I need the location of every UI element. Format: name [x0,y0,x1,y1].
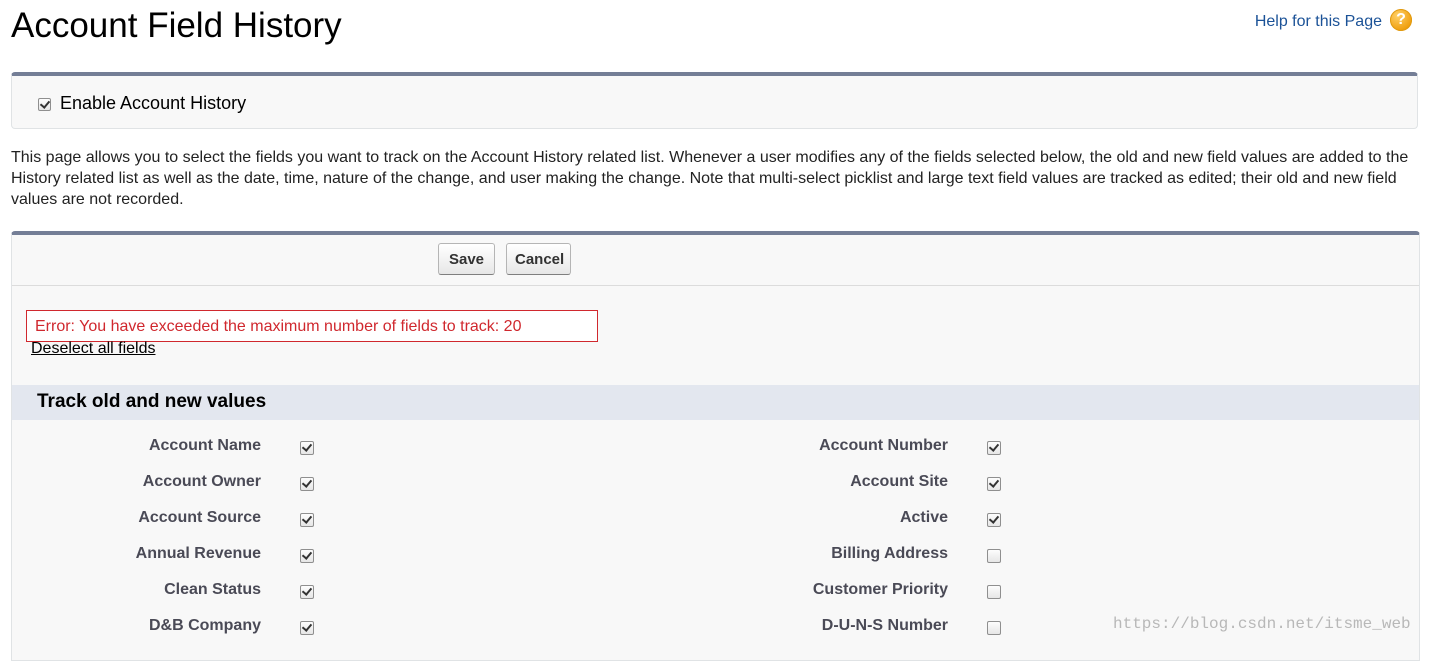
field-label: D-U-N-S Number [821,617,948,634]
field-label: D&B Company [148,617,261,634]
field-tracking-panel: Save Cancel Error: You have exceeded the… [11,231,1420,661]
enable-history-panel: Enable Account History [11,72,1418,129]
field-track-checkbox[interactable] [300,585,314,599]
field-track-checkbox[interactable] [300,549,314,563]
help-icon[interactable]: ? [1390,9,1412,31]
field-label: Account Site [850,473,948,490]
field-label: Clean Status [164,581,261,598]
field-track-checkbox[interactable] [300,513,314,527]
field-label: Account Name [148,437,261,454]
field-label: Active [899,509,948,526]
field-track-checkbox[interactable] [300,441,314,455]
field-track-checkbox[interactable] [987,441,1001,455]
watermark: https://blog.csdn.net/itsme_web [1113,615,1411,633]
help-link[interactable]: Help for this Page [1255,13,1382,31]
button-bar: Save Cancel [12,235,1419,286]
field-track-checkbox[interactable] [987,513,1001,527]
page-title: Account Field History [11,6,342,45]
field-label: Account Owner [142,473,261,490]
cancel-button[interactable]: Cancel [506,243,571,275]
field-track-checkbox[interactable] [300,477,314,491]
field-track-checkbox[interactable] [987,549,1001,563]
page-description: This page allows you to select the field… [11,149,1409,208]
save-button[interactable]: Save [438,243,495,275]
enable-history-label: Enable Account History [60,93,247,113]
field-label: Account Number [819,437,948,454]
section-title: Track old and new values [37,391,267,412]
deselect-all-link[interactable]: Deselect all fields [31,340,156,358]
enable-history-checkbox[interactable] [38,98,51,111]
error-message-box: Error: You have exceeded the maximum num… [26,310,598,342]
error-message: Error: You have exceeded the maximum num… [35,318,522,335]
field-label: Annual Revenue [135,545,261,562]
field-track-checkbox[interactable] [300,621,314,635]
field-label: Billing Address [831,545,948,562]
field-track-checkbox[interactable] [987,477,1001,491]
field-label: Customer Priority [812,581,948,598]
field-label: Account Source [138,509,261,526]
field-track-checkbox[interactable] [987,621,1001,635]
field-track-checkbox[interactable] [987,585,1001,599]
section-header: Track old and new values [12,385,1419,420]
